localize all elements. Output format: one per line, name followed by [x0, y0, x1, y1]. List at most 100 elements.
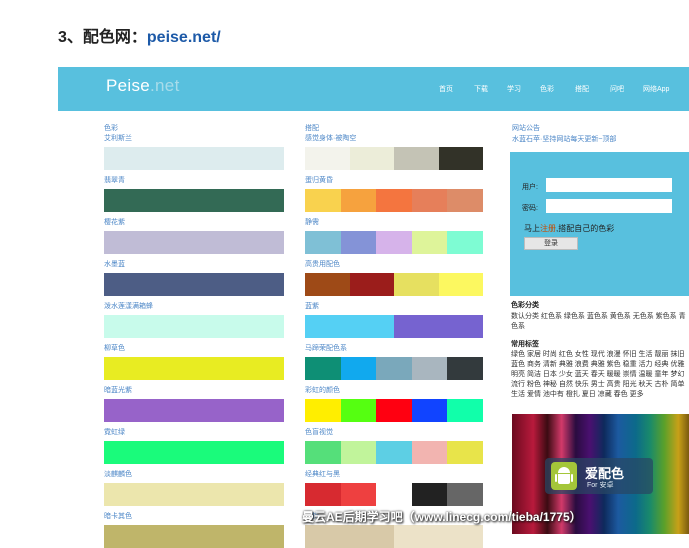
- palette-color: [447, 231, 483, 254]
- site-header: Peise.net 首页 下载 学习 色彩 搭配 问吧 网络App: [58, 67, 689, 111]
- palette-item-label[interactable]: 色盲视觉: [305, 429, 333, 437]
- tags-title: 常用标签: [511, 341, 539, 348]
- palette-item-label[interactable]: 蛋归黄昏: [305, 177, 333, 185]
- palette-strip[interactable]: [305, 189, 483, 212]
- color-item-label[interactable]: 樱花紫: [104, 219, 125, 227]
- palette-color: [447, 357, 483, 380]
- palette-item-label[interactable]: 彩虹的颜色: [305, 387, 340, 395]
- color-swatch[interactable]: [104, 315, 284, 338]
- login-box: 用户: 密码: 马上注册,搭配自己的色彩 登录: [510, 152, 689, 296]
- palette-item-label[interactable]: 高贵用配色: [305, 261, 340, 269]
- palette-color: [376, 399, 412, 422]
- color-swatch[interactable]: [104, 357, 284, 380]
- color-item-label[interactable]: 艾利斯兰: [104, 135, 132, 143]
- palette-strip[interactable]: [305, 231, 483, 254]
- palette-color: [340, 483, 377, 506]
- heading-link[interactable]: peise.net/: [147, 29, 221, 46]
- palette-color: [305, 189, 341, 212]
- login-button[interactable]: 登录: [524, 237, 578, 250]
- android-icon: [551, 462, 577, 490]
- app-promo-badge[interactable]: 爱配色 For 安卓: [545, 458, 653, 494]
- tags-list[interactable]: 绿色 家居 时尚 红色 女性 现代 浪漫 怀旧 生活 靓丽 抹旧 蓝色 商务 清…: [511, 350, 689, 400]
- app-promo-subtitle: For 安卓: [587, 482, 614, 489]
- palette-strip[interactable]: [305, 147, 483, 170]
- color-item-label[interactable]: 暗卡其色: [104, 513, 132, 521]
- palette-color: [305, 441, 341, 464]
- color-swatch[interactable]: [104, 147, 284, 170]
- palette-color: [447, 399, 483, 422]
- palette-color: [340, 441, 377, 464]
- palette-item-label[interactable]: 马蹄荣配色系: [305, 345, 347, 353]
- color-swatch[interactable]: [104, 441, 284, 464]
- password-input[interactable]: [546, 199, 672, 213]
- palette-color: [305, 231, 341, 254]
- nav-ask[interactable]: 问吧: [610, 84, 624, 94]
- heading-prefix: 3、配色网：: [58, 29, 147, 46]
- username-label: 用户:: [522, 184, 538, 191]
- site-logo[interactable]: Peise.net: [106, 76, 180, 96]
- color-item-label[interactable]: 柳草色: [104, 345, 125, 353]
- palette-strip[interactable]: [305, 483, 483, 506]
- color-swatch[interactable]: [104, 189, 284, 212]
- palette-color: [305, 483, 341, 506]
- color-item-label[interactable]: 水墨蓝: [104, 261, 125, 269]
- nav-color[interactable]: 色彩: [540, 84, 554, 94]
- palette-color: [340, 399, 377, 422]
- color-item-label[interactable]: 暗蓝光紫: [104, 387, 132, 395]
- palette-color: [438, 273, 483, 296]
- palette-strip[interactable]: [305, 273, 483, 296]
- palette-color: [305, 147, 350, 170]
- palette-color: [340, 231, 377, 254]
- nav-match[interactable]: 搭配: [575, 84, 589, 94]
- palette-color: [447, 189, 483, 212]
- color-swatch[interactable]: [104, 399, 284, 422]
- color-swatch[interactable]: [104, 483, 284, 506]
- nav-home[interactable]: 首页: [439, 84, 453, 94]
- palette-color: [340, 357, 377, 380]
- nav-download[interactable]: 下载: [474, 84, 488, 94]
- password-label: 密码:: [522, 205, 538, 212]
- palette-color: [305, 315, 394, 338]
- palette-color: [447, 441, 483, 464]
- palette-color: [305, 273, 350, 296]
- palette-strip[interactable]: [305, 357, 483, 380]
- nav-learn[interactable]: 学习: [507, 84, 521, 94]
- palette-color: [411, 189, 448, 212]
- article-heading: 3、配色网：peise.net/: [58, 23, 221, 47]
- register-prefix: 马上: [524, 224, 540, 233]
- palette-strip[interactable]: [305, 525, 483, 548]
- category-list[interactable]: 数认分类 红色系 绿色系 蓝色系 黄色系 无色系 紫色系 青色系: [511, 312, 689, 332]
- username-input[interactable]: [546, 178, 672, 192]
- announce-text[interactable]: 水蓝石苹·坚持网站每天更新~顶部: [512, 136, 616, 144]
- color-item-label[interactable]: 翡翠青: [104, 177, 125, 185]
- register-prompt: 马上注册,搭配自己的色彩: [524, 223, 614, 234]
- register-link[interactable]: 注册: [540, 224, 556, 233]
- palette-color: [376, 357, 412, 380]
- palette-item-label[interactable]: 静需: [305, 219, 319, 227]
- palette-color: [394, 525, 483, 548]
- color-swatch[interactable]: [104, 273, 284, 296]
- palette-color: [340, 189, 377, 212]
- palette-strip[interactable]: [305, 441, 483, 464]
- color-swatch[interactable]: [104, 525, 284, 548]
- palette-color: [411, 231, 448, 254]
- palette-item-label[interactable]: 蓝紫: [305, 303, 319, 311]
- color-item-label[interactable]: 淡麒麟色: [104, 471, 132, 479]
- palette-color: [394, 147, 439, 170]
- palette-section-title: 搭配: [305, 125, 319, 132]
- palette-strip[interactable]: [305, 315, 483, 338]
- logo-main: Peise: [106, 76, 151, 95]
- category-title: 色彩分类: [511, 302, 539, 309]
- palette-strip[interactable]: [305, 399, 483, 422]
- palette-item-label[interactable]: 感觉身体·被陶空: [305, 135, 356, 143]
- color-item-label[interactable]: 霓虹绿: [104, 429, 125, 437]
- color-item-label[interactable]: 泼水莲漾满箱蜂: [104, 303, 153, 311]
- nav-app[interactable]: 网络App: [643, 84, 669, 94]
- logo-suffix: .net: [150, 76, 180, 95]
- color-swatch[interactable]: [104, 231, 284, 254]
- palette-color: [376, 441, 412, 464]
- palette-color: [411, 483, 448, 506]
- palette-color: [349, 147, 394, 170]
- palette-item-label[interactable]: 经典红与黑: [305, 471, 340, 479]
- color-section-title: 色彩: [104, 125, 118, 132]
